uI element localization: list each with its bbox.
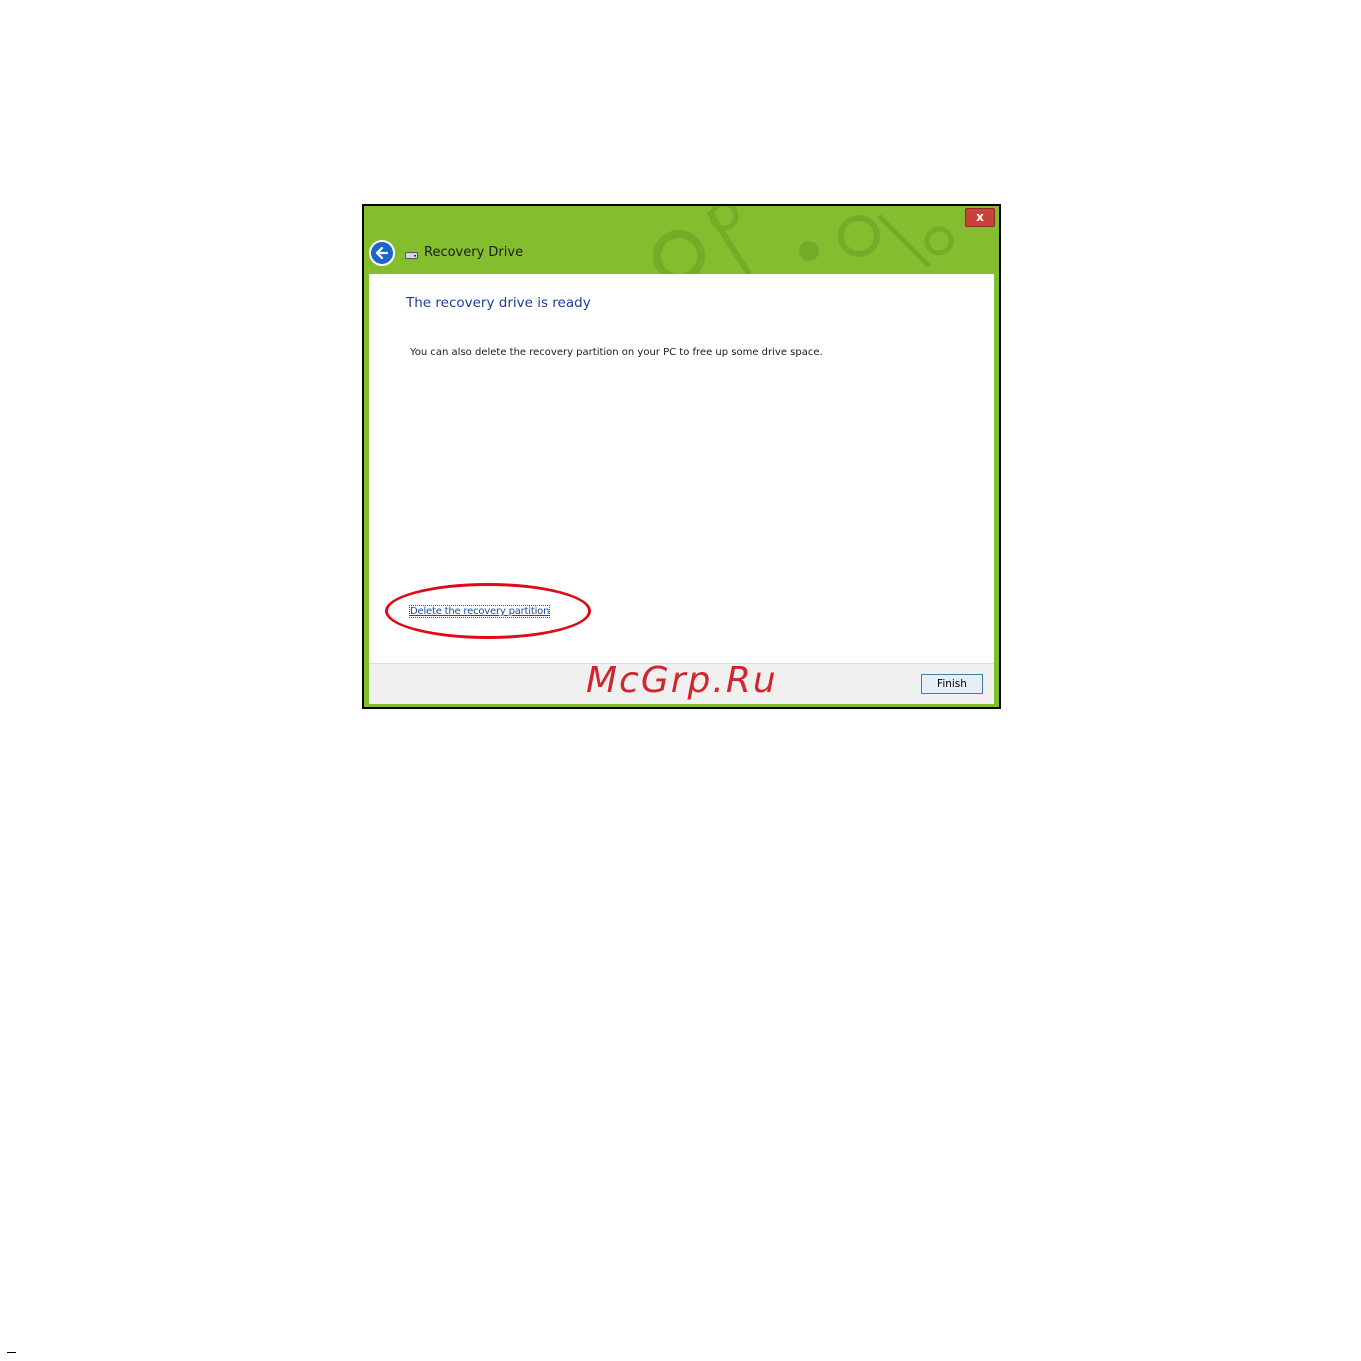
titlebar-decoration [653,206,954,274]
close-button[interactable]: x [965,208,995,227]
close-icon: x [976,210,984,224]
window-title: Recovery Drive [424,245,524,260]
page: x Recovery Drive The recovery drive is r… [0,0,1361,1361]
recovery-drive-window: x Recovery Drive The recovery drive is r… [362,204,1001,709]
description-text: You can also delete the recovery partiti… [410,347,823,358]
finish-button[interactable]: Finish [921,674,983,694]
back-button[interactable] [369,240,395,266]
page-heading: The recovery drive is ready [406,295,591,311]
drive-icon [405,252,418,259]
watermark-text: McGrp.Ru [586,660,778,701]
back-arrow-icon [375,246,389,260]
title-bar: x Recovery Drive [364,206,999,274]
corner-mark [7,1352,16,1353]
delete-recovery-partition-link[interactable]: Delete the recovery partition [408,605,551,618]
content-area: The recovery drive is ready You can also… [369,274,994,663]
